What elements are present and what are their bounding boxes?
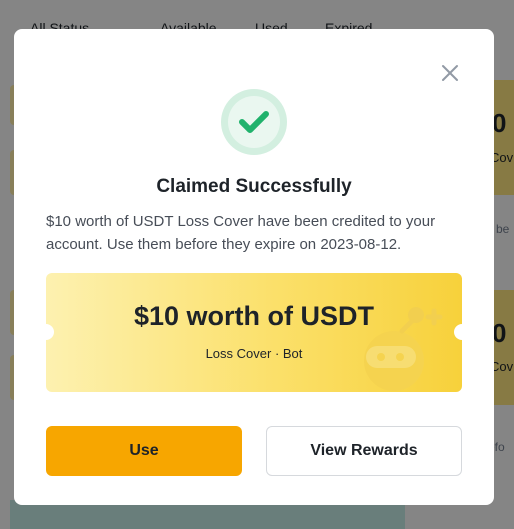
claim-success-dialog: Claimed Successfully $10 worth of USDT L… [14,29,494,505]
check-circle-icon [220,88,288,156]
use-button[interactable]: Use [46,426,242,476]
dialog-description: $10 worth of USDT Loss Cover have been c… [46,213,436,253]
close-icon[interactable] [439,62,461,84]
voucher-subtitle: Loss Cover · Bot [205,346,303,361]
voucher-title: $10 worth of USDT [133,301,375,331]
view-rewards-button[interactable]: View Rewards [266,426,462,476]
dialog-title: Claimed Successfully [156,176,352,197]
voucher-card: $10 worth of USDT Loss Cover · Bot [46,273,462,392]
